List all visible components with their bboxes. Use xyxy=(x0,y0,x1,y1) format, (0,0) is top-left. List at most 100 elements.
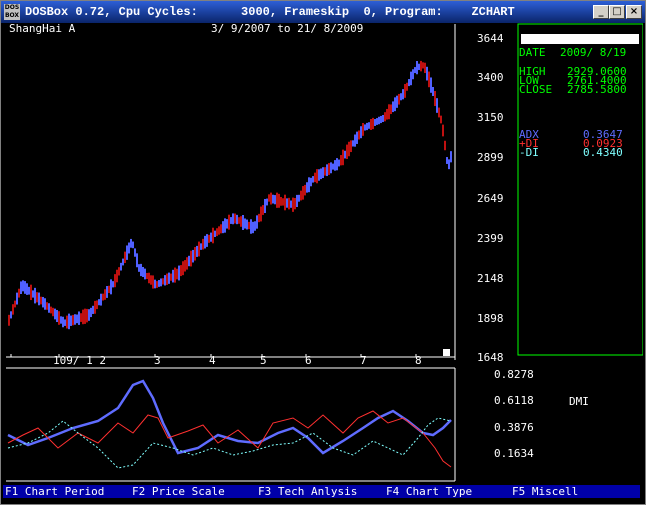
candle xyxy=(288,197,290,210)
f4-chart-type-button[interactable]: F4 Chart Type xyxy=(384,485,510,498)
candle xyxy=(426,66,428,81)
candle xyxy=(112,281,114,288)
candle xyxy=(440,115,442,124)
price-tick: 2148 xyxy=(477,272,504,285)
candle xyxy=(130,238,132,248)
candle xyxy=(378,116,380,125)
candle xyxy=(178,265,180,281)
f1-chart-period-button[interactable]: F1 Chart Period xyxy=(3,485,130,498)
candle xyxy=(176,268,178,280)
candle xyxy=(356,131,358,144)
candle xyxy=(150,275,152,285)
candle xyxy=(86,308,88,323)
candle xyxy=(394,97,396,112)
price-tick: 2649 xyxy=(477,192,504,205)
candle xyxy=(206,234,208,247)
close-value: 2785.5800 xyxy=(567,83,627,96)
candle xyxy=(100,293,102,306)
candle xyxy=(76,314,78,324)
input-bar xyxy=(521,34,639,44)
candle xyxy=(362,122,364,136)
candle xyxy=(218,226,220,235)
f5-miscellaneous-button[interactable]: F5 Miscell xyxy=(510,485,640,498)
candle xyxy=(126,245,128,260)
month-tick: 6 xyxy=(305,354,312,367)
candle xyxy=(236,214,238,225)
f2-price-scale-button[interactable]: F2 Price Scale xyxy=(130,485,256,498)
candle xyxy=(406,82,408,91)
candle xyxy=(432,86,434,97)
dosbox-app-icon[interactable]: DOS BOX xyxy=(4,4,20,20)
candle xyxy=(58,311,60,325)
candle xyxy=(148,272,150,284)
title-bar[interactable]: DOS BOX DOSBox 0.72, Cpu Cycles: 3000, F… xyxy=(1,1,645,23)
candle xyxy=(68,313,70,330)
candle xyxy=(370,119,372,130)
candle xyxy=(402,89,404,100)
candle xyxy=(428,71,430,88)
candle xyxy=(390,104,392,115)
candle xyxy=(192,249,194,263)
candle xyxy=(214,230,216,238)
mdi-value: 0.4340 xyxy=(583,146,623,159)
cursor-marker xyxy=(443,349,450,356)
candle xyxy=(350,140,352,153)
candle xyxy=(318,169,320,181)
candle xyxy=(220,224,222,234)
candle xyxy=(240,216,242,227)
candle xyxy=(36,292,38,303)
candle xyxy=(296,194,298,208)
candle xyxy=(208,234,210,243)
candle xyxy=(20,281,22,295)
candle xyxy=(24,281,26,294)
candle xyxy=(364,124,366,131)
candle xyxy=(446,157,448,164)
candle xyxy=(72,314,74,326)
minimize-button[interactable]: _ xyxy=(593,5,609,19)
candle xyxy=(412,69,414,80)
candle xyxy=(238,217,240,224)
candle xyxy=(22,280,24,292)
candle xyxy=(122,258,124,266)
candle xyxy=(204,235,206,249)
f3-tech-analysis-button[interactable]: F3 Tech Anlysis xyxy=(256,485,384,498)
close-button[interactable]: × xyxy=(626,5,642,19)
candle xyxy=(450,151,452,163)
candle xyxy=(88,309,90,321)
candle xyxy=(332,163,334,170)
candle xyxy=(184,260,186,272)
candle xyxy=(354,134,356,147)
candle xyxy=(98,299,100,306)
candle xyxy=(134,248,136,257)
candle xyxy=(334,160,336,171)
candle xyxy=(26,283,28,295)
candle xyxy=(436,98,438,113)
candle xyxy=(138,264,140,272)
candle xyxy=(228,214,230,230)
dos-screen: ShangHai A 3/ 9/2007 to 21/ 8/2009 3644 … xyxy=(3,23,643,504)
candle xyxy=(248,221,250,230)
candle xyxy=(324,167,326,176)
month-tick: 109/ 1 2 xyxy=(53,354,106,367)
candle xyxy=(414,67,416,74)
candle xyxy=(226,219,228,229)
candle xyxy=(52,307,54,317)
candle xyxy=(298,194,300,202)
candle xyxy=(18,288,20,298)
candle xyxy=(294,198,296,210)
candle xyxy=(92,305,94,314)
candle xyxy=(430,77,432,93)
candle xyxy=(118,267,120,276)
candle xyxy=(262,205,264,215)
dmi-tick: 0.6118 xyxy=(494,394,534,407)
candle xyxy=(174,267,176,283)
candle xyxy=(136,253,138,268)
candle xyxy=(368,122,370,129)
candle xyxy=(256,215,258,229)
candle xyxy=(300,190,302,201)
candle xyxy=(308,177,310,193)
candle xyxy=(80,313,82,322)
candle xyxy=(128,242,130,254)
candle xyxy=(442,124,444,137)
maximize-button[interactable]: □ xyxy=(609,5,625,19)
